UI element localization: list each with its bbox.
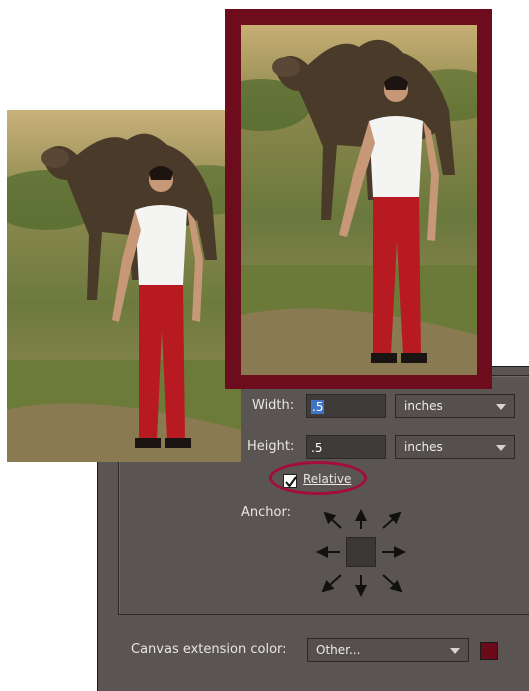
chevron-down-icon	[450, 648, 460, 654]
extension-color-label: Canvas extension color:	[131, 642, 287, 657]
arrow-down-left-icon[interactable]	[321, 574, 342, 593]
height-label: Height:	[247, 439, 295, 454]
width-label: Width:	[252, 398, 295, 413]
anchor-center-cell[interactable]	[346, 537, 376, 567]
height-unit-value: inches	[404, 440, 443, 454]
extension-color-swatch[interactable]	[480, 642, 498, 660]
after-photo	[241, 25, 477, 375]
arrow-up-right-icon[interactable]	[382, 511, 402, 529]
width-input[interactable]: .5	[306, 394, 386, 418]
height-input[interactable]: .5	[306, 435, 386, 459]
chevron-down-icon	[496, 445, 506, 451]
width-unit-select[interactable]: inches	[395, 394, 515, 418]
height-unit-select[interactable]: inches	[395, 435, 515, 459]
arrow-down-right-icon[interactable]	[382, 574, 403, 593]
height-value: .5	[311, 441, 323, 455]
anchor-label: Anchor:	[241, 505, 291, 520]
before-photo	[7, 110, 241, 462]
relative-highlight-circle	[269, 461, 367, 495]
width-unit-value: inches	[404, 399, 443, 413]
extension-color-value: Other...	[316, 643, 361, 657]
chevron-down-icon	[496, 404, 506, 410]
extension-color-select[interactable]: Other...	[307, 638, 469, 662]
arrow-up-left-icon[interactable]	[323, 511, 342, 529]
width-value: .5	[311, 400, 325, 414]
